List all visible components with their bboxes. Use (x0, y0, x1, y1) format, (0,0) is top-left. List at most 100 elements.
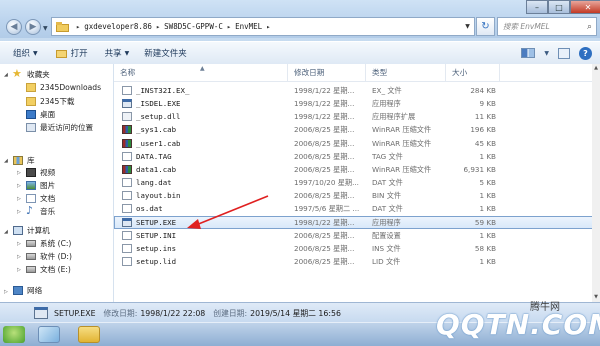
file-size: 1 KB (479, 151, 496, 161)
expand-arrow-icon[interactable]: ▷ (17, 170, 21, 176)
help-icon[interactable]: ? (579, 46, 592, 60)
search-input[interactable]: 搜索 EnvMEL ⌕ (497, 17, 597, 36)
nav-item-2345downloads[interactable]: 2345Downloads (26, 83, 101, 92)
file-row[interactable]: setup.ins 2006/8/25 星期... INS 文件 58 KB (114, 242, 600, 255)
scroll-down-icon[interactable]: ▼ (592, 293, 600, 302)
chevron-right-icon[interactable]: ▸ (266, 23, 270, 31)
column-header-name[interactable]: 名称 ▲ (114, 64, 288, 81)
expand-arrow-icon[interactable]: ▷ (17, 267, 21, 273)
nav-item-music[interactable]: 音乐 (26, 204, 56, 217)
file-icon (122, 191, 132, 201)
star-icon (12, 67, 23, 80)
file-row[interactable]: setup.lid 2006/8/25 星期... LID 文件 1 KB (114, 255, 600, 268)
column-header-size[interactable]: 大小 (446, 64, 500, 81)
chevron-right-icon[interactable]: ▸ (156, 23, 160, 31)
preview-pane-icon[interactable] (558, 47, 570, 59)
breadcrumb-item-sw8d5c[interactable]: SW8D5C-GPPW-C (164, 22, 223, 31)
nav-item-drive-e[interactable]: 文档 (E:) (26, 264, 71, 275)
start-button-icon[interactable] (3, 326, 25, 343)
file-row[interactable]: layout.bin 2006/8/25 星期... BIN 文件 1 KB (114, 189, 600, 202)
file-size: 11 KB (474, 112, 496, 122)
file-date: 2006/8/25 星期... (294, 164, 355, 174)
file-row[interactable]: SETUP.EXE 1998/1/22 星期... 应用程序 59 KB (114, 215, 600, 229)
back-button[interactable]: ◀ (6, 19, 22, 35)
scroll-up-icon[interactable]: ▲ (592, 64, 600, 73)
nav-item-2345-download[interactable]: 2345下载 (26, 96, 75, 107)
dropdown-arrow-icon: ▼ (124, 49, 130, 57)
vertical-scrollbar[interactable]: ▲ ▼ (592, 64, 600, 302)
nav-item-drive-d[interactable]: 软件 (D:) (26, 251, 72, 262)
collapse-arrow-icon[interactable]: ◢ (4, 229, 8, 235)
file-row[interactable]: os.dat 1997/5/6 星期二 ... DAT 文件 1 KB (114, 202, 600, 215)
file-row[interactable]: _setup.dll 1998/1/22 星期... 应用程序扩展 11 KB (114, 110, 600, 123)
recent-pages-dropdown[interactable]: ▼ (43, 25, 48, 32)
file-row[interactable]: DATA.TAG 2006/8/25 星期... TAG 文件 1 KB (114, 150, 600, 163)
file-date: 2006/8/25 星期... (294, 230, 355, 240)
maximize-button[interactable]: □ (548, 0, 570, 14)
organize-button[interactable]: 组织 ▼ (13, 47, 38, 59)
view-dropdown-icon[interactable]: ▼ (544, 50, 549, 57)
column-header-type[interactable]: 类型 (366, 64, 446, 81)
file-name: SETUP.EXE (136, 217, 177, 227)
file-row[interactable]: _sys1.cab 2006/8/25 星期... WinRAR 压缩文件 196 K… (114, 123, 600, 136)
nav-item-desktop[interactable]: 桌面 (26, 109, 55, 120)
expand-arrow-icon[interactable]: ▷ (17, 196, 21, 202)
chevron-right-icon[interactable]: ▸ (227, 23, 231, 31)
refresh-button[interactable]: ↻ (476, 17, 495, 36)
nav-item-drive-c[interactable]: 系统 (C:) (26, 238, 71, 249)
close-button[interactable]: ✕ (570, 0, 600, 14)
file-row[interactable]: lang.dat 1997/10/20 星期... DAT 文件 5 KB (114, 176, 600, 189)
details-file-name: SETUP.EXE (54, 308, 96, 318)
nav-libraries[interactable]: 库 (13, 155, 35, 166)
nav-computer[interactable]: 计算机 (13, 225, 50, 236)
forward-button[interactable]: ▶ (25, 19, 41, 35)
breadcrumb-item-gxdeveloper[interactable]: gxdeveloper8.86 (84, 22, 152, 31)
file-name: setup.lid (136, 256, 177, 266)
file-icon (122, 204, 132, 214)
collapse-arrow-icon[interactable]: ◢ (4, 72, 8, 78)
nav-item-documents[interactable]: 文档 (26, 193, 55, 204)
address-bar[interactable]: ▸ gxdeveloper8.86 ▸ SW8D5C-GPPW-C ▸ EnvM… (51, 17, 475, 36)
file-name: lang.dat (136, 178, 172, 188)
file-row[interactable]: _user1.cab 2006/8/25 星期... WinRAR 压缩文件 45 K… (114, 137, 600, 150)
column-header-label: 大小 (452, 68, 468, 77)
folder-icon (56, 21, 69, 32)
nav-item-videos[interactable]: 视频 (26, 167, 55, 178)
file-row[interactable]: _ISDEL.EXE 1998/1/22 星期... 应用程序 9 KB (114, 97, 600, 110)
desktop-icon (26, 110, 36, 119)
expand-arrow-icon[interactable]: ▷ (17, 241, 21, 247)
search-icon[interactable]: ⌕ (587, 22, 592, 32)
drive-icon (26, 253, 36, 260)
expand-arrow-icon[interactable]: ▷ (4, 289, 8, 295)
breadcrumb: ▸ gxdeveloper8.86 ▸ SW8D5C-GPPW-C ▸ EnvM… (72, 22, 274, 31)
nav-favorites[interactable]: 收藏夹 (12, 67, 50, 80)
file-row[interactable]: _INST32I.EX_ 1998/1/22 星期... EX_ 文件 284 KB (114, 84, 600, 97)
column-header-label: 类型 (372, 68, 388, 77)
nav-item-label: 图片 (40, 181, 56, 190)
nav-item-pictures[interactable]: 图片 (26, 180, 55, 191)
view-controls: ▼ ? (521, 46, 592, 60)
file-row[interactable]: SETUP.INI 2006/8/25 星期... 配置设置 1 KB (114, 229, 600, 242)
nav-network[interactable]: 网络 (13, 285, 42, 296)
taskbar-app-icon[interactable] (38, 326, 60, 343)
change-view-icon[interactable] (521, 48, 536, 58)
expand-arrow-icon[interactable]: ▷ (17, 209, 21, 215)
nav-item-recent-places[interactable]: 最近访问的位置 (26, 122, 93, 133)
expand-arrow-icon[interactable]: ▷ (17, 254, 21, 260)
open-button[interactable]: 打开 (55, 47, 88, 59)
breadcrumb-item-envmel[interactable]: EnvMEL (235, 22, 262, 31)
file-row[interactable]: data1.cab 2006/8/25 星期... WinRAR 压缩文件 6,931… (114, 163, 600, 176)
share-button[interactable]: 共享 ▼ (105, 47, 130, 59)
new-folder-button[interactable]: 新建文件夹 (144, 47, 187, 59)
expand-arrow-icon[interactable]: ▷ (17, 183, 21, 189)
search-placeholder: 搜索 EnvMEL (503, 22, 550, 31)
column-header-date[interactable]: 修改日期 (288, 64, 366, 81)
address-dropdown-icon[interactable]: ▼ (461, 23, 474, 30)
minimize-button[interactable]: – (526, 0, 548, 14)
watermark-brand: 腾牛网 (530, 302, 560, 313)
nav-item-label: 音乐 (40, 207, 56, 216)
taskbar-explorer-icon[interactable] (78, 326, 100, 343)
file-date: 1998/1/22 星期... (294, 112, 355, 122)
collapse-arrow-icon[interactable]: ◢ (4, 158, 8, 164)
file-size: 58 KB (474, 243, 496, 253)
